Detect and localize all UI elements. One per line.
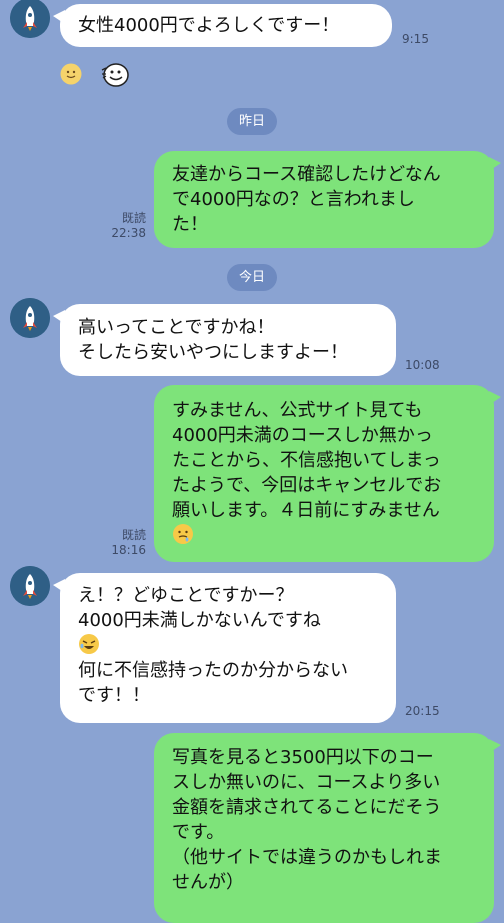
message-text: 写真を見ると3500円以下のコー xyxy=(172,747,434,768)
message-bubble-incoming[interactable]: 高いってことですかね！ そしたら安いやつにしますよー！ xyxy=(53,304,396,376)
date-divider-yesterday: 昨日 xyxy=(226,108,278,135)
message-text: 4000円未満のコースしか無かっ xyxy=(172,425,433,446)
read-receipt: 既読 22:38 xyxy=(108,211,146,241)
message-text: です！！ xyxy=(78,685,150,706)
rofl-emoji-icon xyxy=(78,633,378,658)
face-sticker-icon[interactable] xyxy=(100,60,130,92)
message-text: （他サイトでは違うのかもしれま xyxy=(172,847,442,868)
message-text: せんが） xyxy=(172,872,244,893)
rocket-icon xyxy=(10,298,50,338)
message-text: 4000円未満しかないんですね xyxy=(78,610,321,631)
read-receipt: 既読 18:16 xyxy=(108,528,146,558)
message-time: 10:08 xyxy=(405,358,440,372)
message-text: スしか無いのに、コースより多い xyxy=(172,772,441,793)
date-divider-today: 今日 xyxy=(226,264,278,291)
sender-avatar[interactable] xyxy=(10,298,50,338)
smile-emoji-icon[interactable] xyxy=(60,63,82,89)
message-text: 友達からコース確認したけどなん xyxy=(172,164,441,185)
message-bubble-outgoing[interactable]: すみません、公式サイト見ても 4000円未満のコースしか無かっ たことから、不信… xyxy=(154,385,501,562)
message-bubble-outgoing[interactable]: 写真を見ると3500円以下のコー スしか無いのに、コースより多い 金額を請求され… xyxy=(154,733,501,923)
sender-avatar[interactable] xyxy=(10,566,50,606)
message-bubble-outgoing[interactable]: 友達からコース確認したけどなん で4000円なの？と言われまし た！ xyxy=(154,151,501,248)
message-time: 9:15 xyxy=(402,32,429,46)
message-text: 願いします。４日前にすみません xyxy=(172,500,440,521)
message-text: そしたら安いやつにしますよー！ xyxy=(78,342,348,363)
message-text: た！ xyxy=(172,214,208,235)
message-time: 18:16 xyxy=(111,543,146,557)
message-text: です。 xyxy=(172,822,225,843)
read-label: 既読 xyxy=(121,211,146,225)
message-text: 女性4000円でよろしくですー！ xyxy=(78,15,340,36)
message-text: すみません、公式サイト見ても xyxy=(172,400,423,421)
message-text: たことから、不信感抱いてしまっ xyxy=(172,450,441,471)
rocket-icon xyxy=(10,0,50,38)
message-text: で4000円なの？と言われまし xyxy=(172,189,415,210)
grimacing-emoji-icon xyxy=(172,523,476,548)
message-text: 何に不信感持ったのか分からない xyxy=(78,660,348,681)
message-text: 金額を請求されてることにだそう xyxy=(172,797,442,818)
message-text: 高いってことですかね！ xyxy=(78,317,275,338)
message-bubble-incoming[interactable]: え！？どゆことですかー？ 4000円未満しかないんですね 何に不信感持ったのか分… xyxy=(53,573,396,723)
read-label: 既読 xyxy=(121,528,146,542)
sender-avatar[interactable] xyxy=(10,0,50,38)
message-bubble-incoming[interactable]: 女性4000円でよろしくですー！ xyxy=(53,4,392,47)
message-text: え！？どゆことですかー？ xyxy=(78,585,294,606)
message-text: たようで、今回はキャンセルでお xyxy=(172,475,442,496)
message-time: 22:38 xyxy=(111,226,146,240)
message-time: 20:15 xyxy=(405,704,440,718)
rocket-icon xyxy=(10,566,50,606)
